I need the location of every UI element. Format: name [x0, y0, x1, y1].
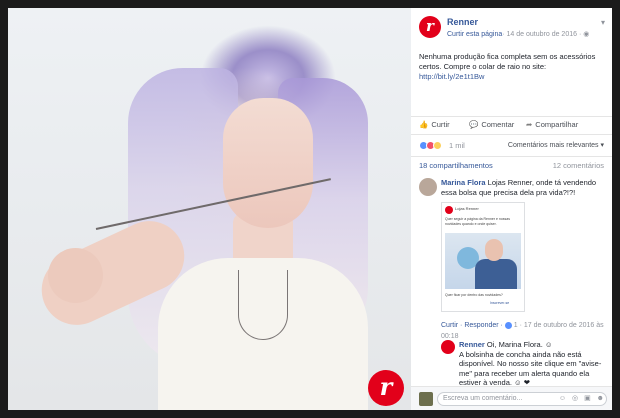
comment-meta: Curtir · Responder · 1 · 17 de outubro d…: [441, 320, 607, 341]
chevron-down-icon[interactable]: ▾: [601, 18, 605, 27]
reply-body: Renner Oi, Marina Flora. ☺ A bolsinha de…: [459, 340, 609, 388]
attachment-text: Quer seguir a página da Renner e nossas …: [445, 217, 510, 226]
attachment-person-body: [475, 259, 517, 289]
page-avatar[interactable]: r: [419, 16, 441, 38]
post-date[interactable]: · 14 de outubro de 2016 ·: [502, 31, 583, 38]
post-body: Nenhuma produção fica completa sem os ac…: [419, 52, 596, 71]
post-sidebar: r Renner Curtir esta página· 14 de outub…: [411, 8, 612, 410]
post-meta: Curtir esta página· 14 de outubro de 201…: [447, 30, 589, 38]
attachment-button[interactable]: Inscrever-se: [490, 301, 509, 305]
post-text: Nenhuma produção fica completa sem os ac…: [419, 52, 605, 82]
smile-emoji-icon: ☺: [544, 340, 553, 349]
commenter-name[interactable]: Marina Flora: [441, 178, 486, 187]
speech-bubble-icon: 💬: [469, 120, 479, 129]
write-comment-bar: Escreva um comentário... ☺ ◎ ▣ ☻: [411, 386, 612, 410]
comment-button[interactable]: 💬 Comentar: [469, 120, 514, 129]
wow-reaction-icon: [433, 141, 442, 151]
attachment-photo: [445, 233, 521, 289]
globe-icon: ◉: [583, 31, 590, 38]
like-label: Curtir: [431, 120, 450, 129]
comment-attachment[interactable]: Lojas Renner Quer seguir a página da Ren…: [441, 202, 525, 312]
reactions-bar: 1 mil Comentários mais relevantes ▾: [411, 134, 612, 156]
share-arrow-icon: ➦: [526, 120, 533, 129]
comment-sort-dropdown[interactable]: Comentários mais relevantes ▾: [508, 141, 604, 149]
reply-avatar[interactable]: [441, 340, 455, 354]
photo-necklace-chain: [238, 270, 288, 340]
attachment-title: Lojas Renner: [455, 206, 479, 211]
reply-text: A bolsinha de concha ainda não está disp…: [459, 349, 602, 388]
attachment-person-face: [485, 239, 503, 261]
post-header: r Renner Curtir esta página· 14 de outub…: [419, 14, 609, 48]
comment-input-icons[interactable]: ☺ ◎ ▣ ☻: [559, 394, 606, 402]
reply-name[interactable]: Renner: [459, 340, 485, 349]
share-label: Compartilhar: [535, 120, 579, 129]
renner-logo-icon: [445, 206, 453, 214]
photo-hand: [48, 248, 103, 303]
post-stats: 18 compartilhamentos 12 comentários: [411, 156, 612, 172]
share-button[interactable]: ➦ Compartilhar: [526, 120, 578, 129]
shares-count[interactable]: 18 compartilhamentos: [419, 161, 493, 170]
photo-face: [223, 98, 313, 228]
like-button[interactable]: 👍 Curtir: [419, 120, 450, 129]
post-link[interactable]: http://bit.ly/2e1t1Bw: [419, 72, 484, 81]
post-photo[interactable]: r: [8, 8, 411, 410]
attachment-footer: Quer ficar por dentro das novidades?: [445, 293, 503, 297]
comment-actions-line: Curtir · Responder · 1 · 17 de outubro d…: [441, 321, 604, 340]
renner-logo-watermark: r: [368, 370, 404, 406]
reply-greeting: Oi, Marina Flora.: [484, 340, 543, 349]
thumbs-up-icon: 👍: [419, 120, 429, 129]
post-actions: 👍 Curtir 💬 Comentar ➦ Compartilhar: [411, 116, 612, 134]
like-page-link[interactable]: Curtir esta página: [447, 31, 502, 38]
user-avatar: [419, 392, 433, 406]
commenter-avatar[interactable]: [419, 178, 437, 196]
page-name-link[interactable]: Renner: [447, 17, 478, 27]
reaction-count[interactable]: 1 mil: [449, 141, 465, 150]
comment-body: Marina Flora Lojas Renner, onde tá vende…: [441, 178, 607, 197]
comment-label: Comentar: [481, 120, 515, 129]
like-count-icon: [504, 321, 512, 329]
comments-count[interactable]: 12 comentários: [553, 161, 604, 170]
reaction-icons[interactable]: [419, 141, 442, 151]
comment-like-reply[interactable]: Curtir · Responder ·: [441, 322, 505, 329]
